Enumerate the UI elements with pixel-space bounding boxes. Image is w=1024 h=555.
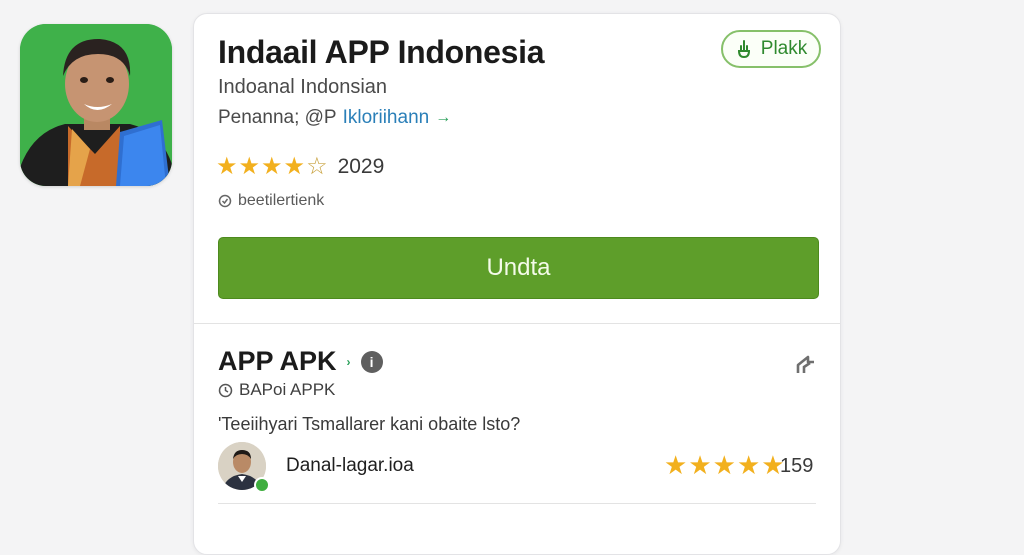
- arrow-right-icon: →: [435, 109, 452, 126]
- clock-icon: [218, 383, 233, 397]
- star-icon: ★: [712, 450, 736, 480]
- share-icon[interactable]: [794, 353, 818, 377]
- star-icon: ★: [238, 153, 261, 180]
- star-icon: ★: [283, 153, 306, 180]
- app-detail-card: Indaail APP Indonesia Plakk Indoanal Ind…: [193, 13, 841, 555]
- meta-info: beetilertienk: [218, 192, 324, 210]
- person-portrait-icon: [20, 24, 172, 186]
- rating-stars: ★ ★ ★ ★ ☆: [216, 155, 328, 179]
- review-row[interactable]: Danal-lagar.ioa ★ ★ ★ ★ ★ 159: [218, 442, 818, 493]
- online-badge: [254, 477, 270, 493]
- rating-count: 2029: [337, 155, 385, 178]
- rating-row: ★ ★ ★ ★ ☆ 2029: [216, 155, 384, 179]
- section-heading: APP APK › i: [218, 346, 383, 377]
- tap-hand-icon: [737, 40, 750, 59]
- check-circle-icon: [218, 194, 232, 208]
- review-stars: ★ ★ ★ ★ ★: [664, 452, 785, 478]
- install-button[interactable]: Undta: [218, 237, 819, 299]
- meta-text: beetilertienk: [238, 192, 325, 209]
- plakk-button-label: Plakk: [760, 38, 808, 59]
- chevron-right-icon: ›: [346, 354, 351, 369]
- star-icon: ★: [664, 450, 688, 480]
- publisher-label: Penanna; @P: [218, 107, 337, 128]
- app-title: Indaail APP Indonesia: [218, 34, 545, 70]
- section-subtitle: BAPoi APPK: [239, 380, 336, 399]
- section-title: APP APK: [218, 346, 337, 376]
- reviewer-name: Danal-lagar.ioa: [286, 455, 414, 476]
- bottom-divider: [218, 503, 816, 504]
- section-question: 'Teeiihyari Tsmallarer kani obaite lsto?: [218, 414, 521, 434]
- app-icon: [20, 24, 172, 186]
- section-subtitle-line: BAPoi APPK: [218, 380, 335, 400]
- star-icon: ★: [736, 450, 761, 480]
- info-icon[interactable]: i: [360, 350, 383, 373]
- plakk-button[interactable]: Plakk: [721, 30, 821, 68]
- app-subtitle: Indoanal Indonsian: [218, 76, 388, 98]
- star-icon: ★: [688, 450, 712, 480]
- star-icon: ★: [261, 153, 283, 180]
- publisher-line: Penanna; @P Ikloriihann →: [218, 107, 451, 129]
- review-count: 159: [780, 455, 814, 477]
- publisher-link[interactable]: Ikloriihann: [343, 107, 430, 129]
- star-icon: ☆: [306, 153, 328, 180]
- section-divider: [194, 323, 840, 324]
- star-icon: ★: [216, 153, 238, 180]
